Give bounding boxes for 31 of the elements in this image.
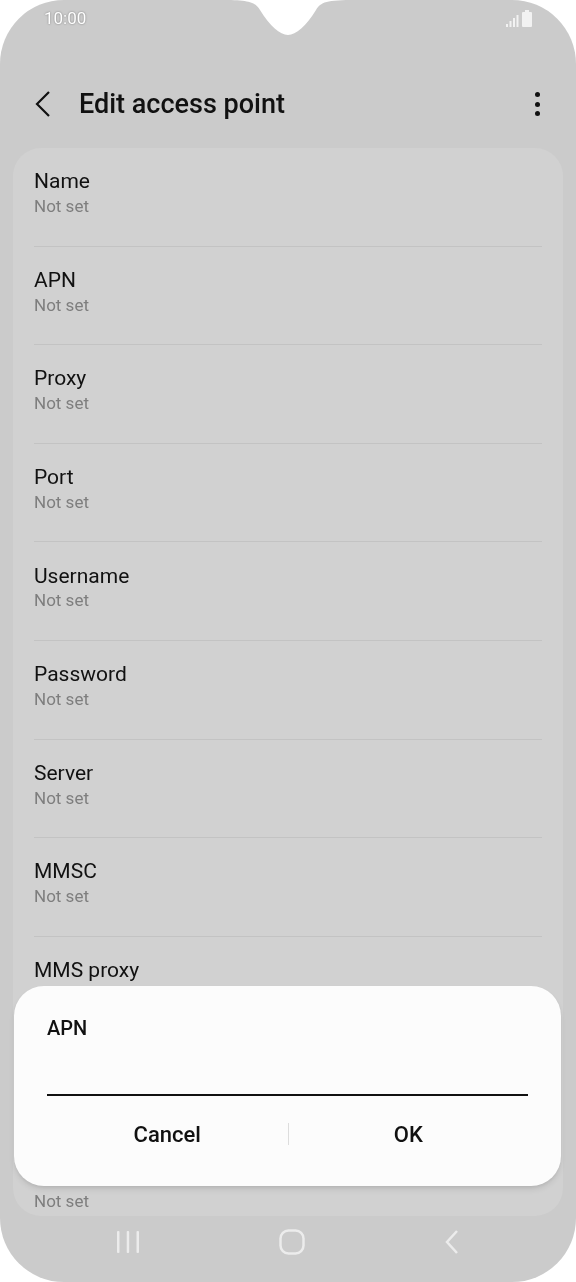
signal-icon [506,15,519,27]
setting-label: MMS proxy [34,957,140,984]
setting-label: Username [34,562,130,590]
battery-icon [522,10,532,27]
settings-row[interactable]: Username Not set [34,542,542,641]
setting-label: Server [34,759,94,787]
dialog-button[interactable]: Cancel [47,1112,288,1156]
settings-row[interactable]: Name Not set [34,148,542,247]
setting-value: Not set [34,195,90,217]
settings-row[interactable]: Server Not set [34,739,542,839]
setting-label: APN [34,266,76,294]
setting-label: Name [34,168,90,196]
setting-value: Not set [34,885,90,908]
setting-label: Port [34,464,74,492]
setting-value: Not set [34,589,90,612]
setting-value: Not set [34,490,90,513]
settings-row[interactable]: Port Not set [34,443,542,543]
setting-label: MMSC [34,858,97,886]
setting-value: Not set [34,392,90,415]
setting-label: Password [34,661,127,689]
settings-row[interactable]: Proxy Not set [34,345,542,444]
settings-row[interactable]: APN Not set [34,246,542,346]
setting-value: Not set [34,293,90,316]
page-title: Edit access point [79,86,285,122]
settings-row[interactable]: MMSC Not set [34,838,542,937]
settings-row[interactable]: Password Not set [34,640,542,740]
setting-value: Not set [34,786,90,809]
setting-value: Not set [34,687,90,710]
dialog-title: APN [47,1015,89,1042]
dialog-button[interactable]: OK [288,1112,528,1156]
setting-label: Proxy [34,365,87,393]
